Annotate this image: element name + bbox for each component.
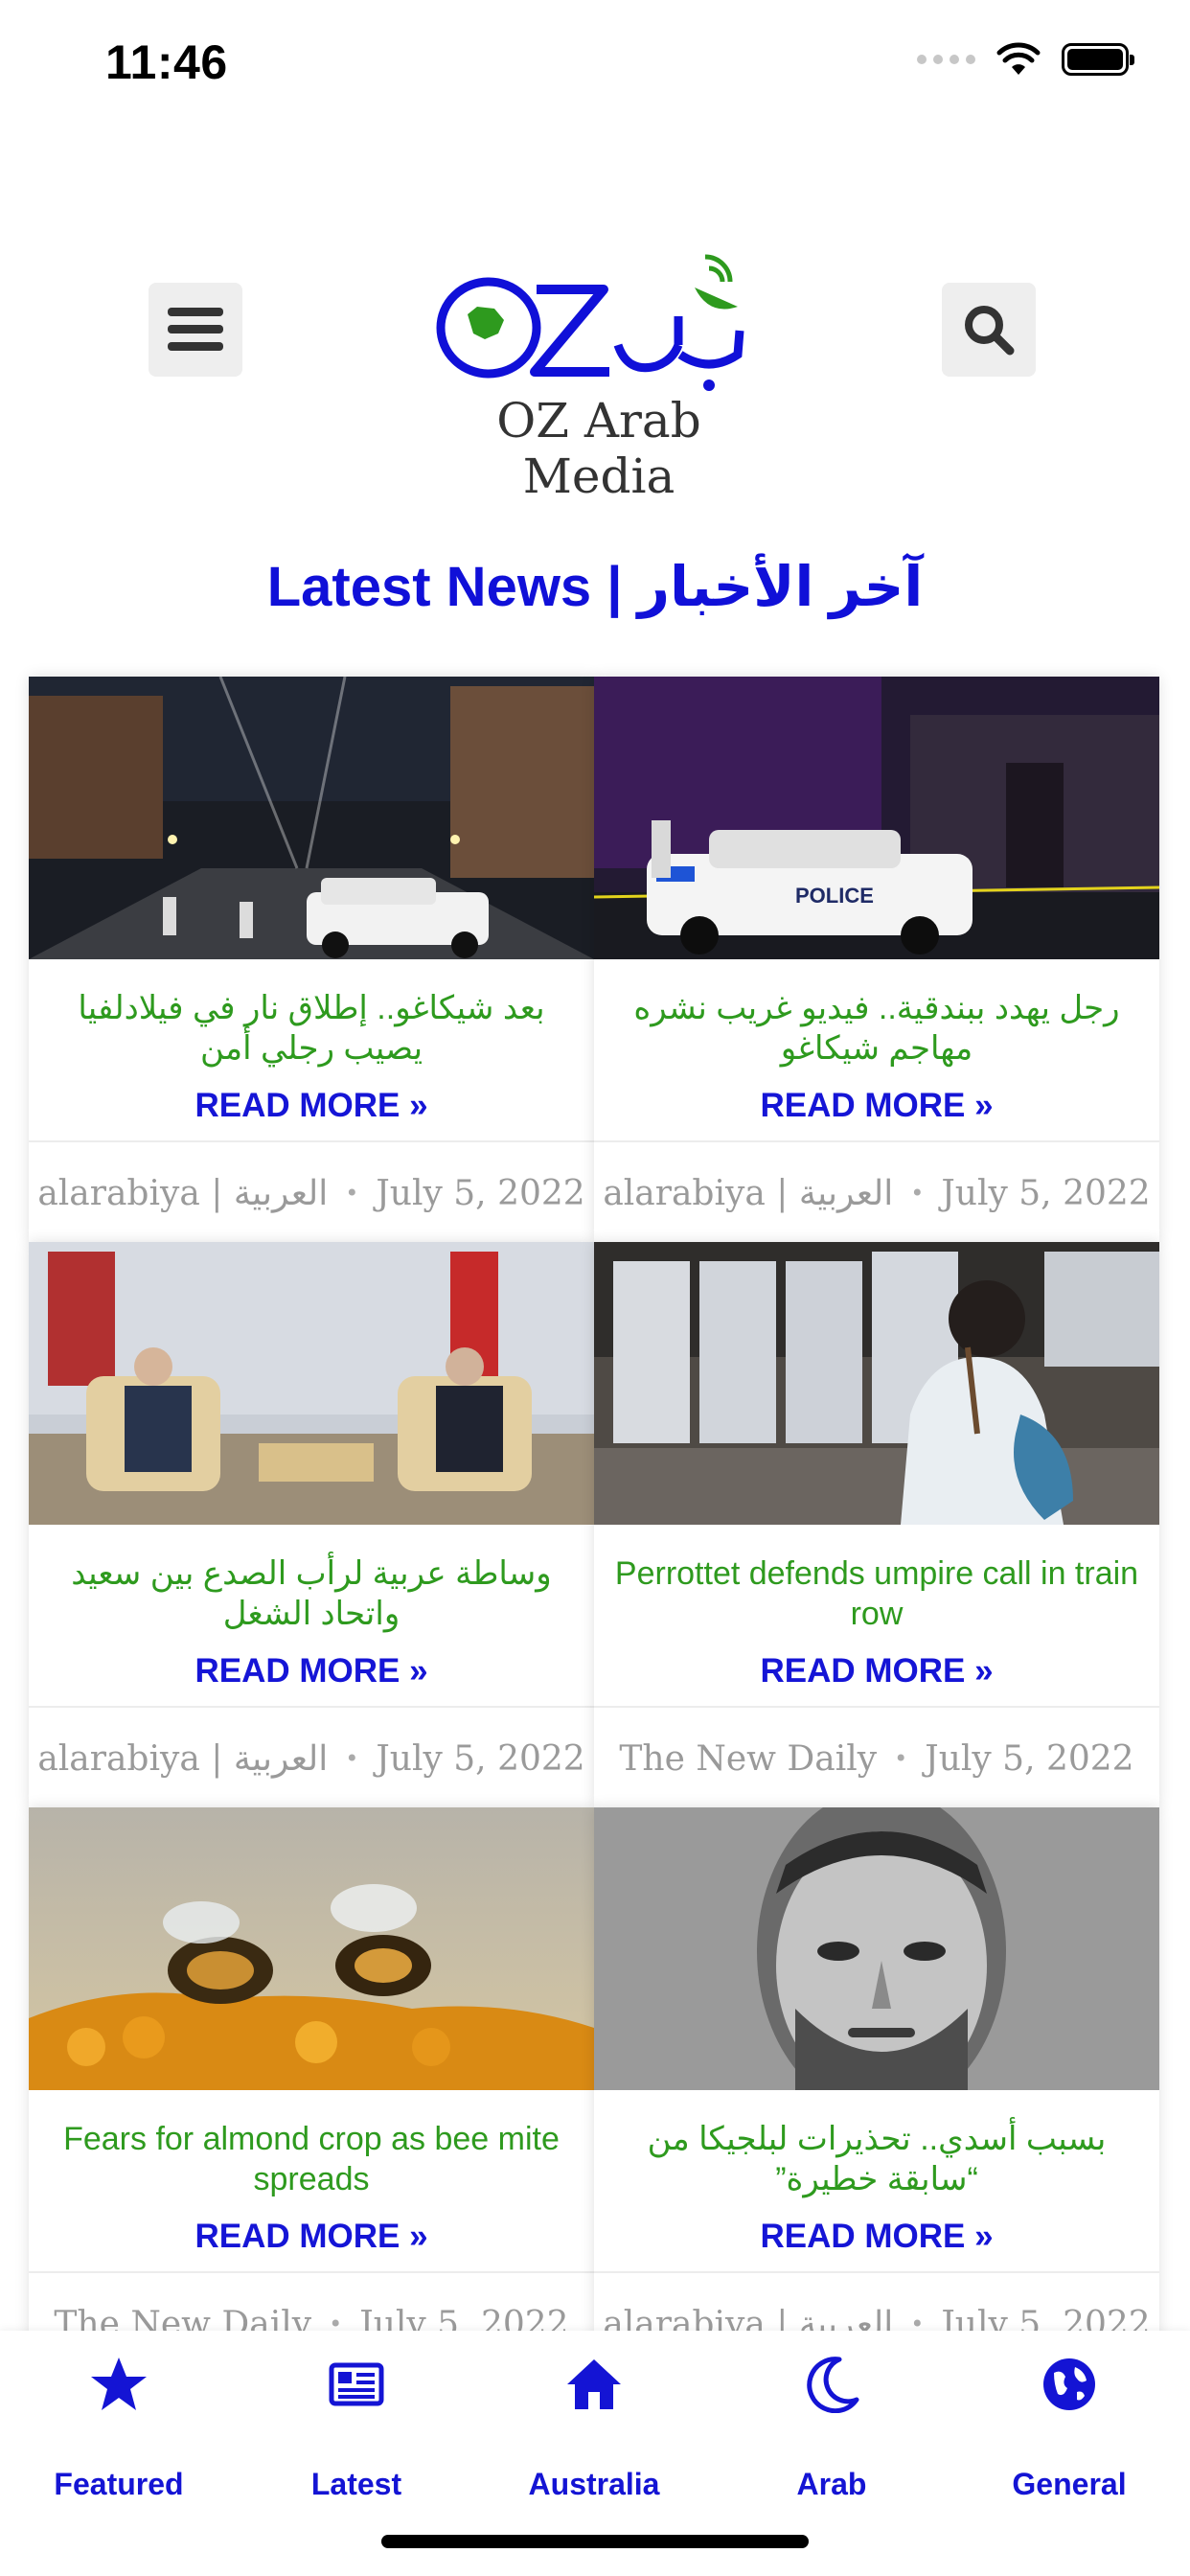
read-more-link[interactable]: READ MORE » [594, 1087, 1159, 1125]
article-card[interactable]: Fears for almond crop as bee mite spread… [29, 1807, 594, 2373]
read-more-link[interactable]: READ MORE » [29, 1652, 594, 1690]
status-icons [917, 42, 1134, 77]
oz-arab-logo-mark [436, 254, 744, 391]
article-grid: بعد شيكاغو.. إطلاق نار في فيلادلفيا يصيب… [29, 677, 1159, 2373]
home-indicator[interactable] [381, 2535, 809, 2548]
read-more-link[interactable]: READ MORE » [29, 2218, 594, 2256]
police-text: POLICE [795, 884, 874, 908]
tab-arab[interactable]: Arab [713, 2331, 950, 2522]
status-time: 11:46 [105, 35, 228, 89]
article-source: alarabiya | العربية [37, 1738, 329, 1779]
battery-icon [1062, 43, 1134, 76]
meta-separator: • [345, 1745, 359, 1772]
article-card[interactable]: Perrottet defends umpire call in train r… [594, 1242, 1159, 1807]
newspaper-icon [329, 2362, 384, 2406]
search-button[interactable] [942, 283, 1036, 377]
search-icon [965, 306, 1015, 356]
logo-wordmark: OZ Arab Media [496, 393, 701, 504]
tab-australia[interactable]: Australia [475, 2331, 713, 2522]
section-title: Latest News | آخر الأخبار [266, 556, 924, 618]
article-card[interactable]: بعد شيكاغو.. إطلاق نار في فيلادلفيا يصيب… [29, 677, 594, 1242]
article-image-portrait[interactable] [594, 1807, 1159, 2090]
article-title[interactable]: وساطة عربية لرأب الصدع بين سعيد واتحاد ا… [42, 1553, 581, 1634]
meta-separator: • [894, 1745, 908, 1772]
article-card[interactable]: وساطة عربية لرأب الصدع بين سعيد واتحاد ا… [29, 1242, 594, 1807]
tab-label: Arab [796, 2467, 867, 2501]
tab-latest[interactable]: Latest [238, 2331, 475, 2522]
article-date: July 5, 2022 [925, 1738, 1134, 1779]
cellular-signal-icon [917, 55, 975, 64]
moon-icon [807, 2357, 859, 2413]
read-more-link[interactable]: READ MORE » [594, 1652, 1159, 1690]
article-title[interactable]: بسبب أسدي.. تحذيرات لبلجيكا من “سابقة خط… [607, 2119, 1146, 2199]
status-bar: 11:46 [0, 0, 1190, 134]
article-image-street-night[interactable] [29, 677, 594, 959]
wifi-icon [996, 42, 1041, 75]
article-meta: alarabiya | العربية • July 5, 2022 [29, 1140, 594, 1242]
article-date: July 5, 2022 [376, 1738, 585, 1779]
star-icon [91, 2358, 147, 2410]
article-date: July 5, 2022 [376, 1173, 585, 1213]
menu-button[interactable] [149, 283, 242, 377]
article-source: The New Daily [619, 1738, 878, 1779]
article-image-police-car[interactable]: POLICE [594, 677, 1159, 959]
article-image-bees-honeycomb[interactable] [29, 1807, 594, 2090]
site-logo[interactable]: OZ Arab Media [422, 240, 776, 504]
tab-label: General [1012, 2467, 1127, 2501]
article-card[interactable]: POLICE رجل يهدد ببندقية.. فيديو غريب نشر… [594, 677, 1159, 1242]
article-image-meeting-room[interactable] [29, 1242, 594, 1525]
article-title[interactable]: بعد شيكاغو.. إطلاق نار في فيلادلفيا يصيب… [42, 988, 581, 1069]
article-title[interactable]: رجل يهدد ببندقية.. فيديو غريب نشره مهاجم… [607, 988, 1146, 1069]
tab-featured[interactable]: Featured [0, 2331, 238, 2522]
article-meta: alarabiya | العربية • July 5, 2022 [594, 1140, 1159, 1242]
read-more-link[interactable]: READ MORE » [29, 1087, 594, 1125]
tab-label: Featured [54, 2467, 184, 2501]
meta-separator: • [345, 1180, 359, 1207]
meta-separator: • [910, 1180, 925, 1207]
article-source: alarabiya | العربية [37, 1173, 329, 1213]
article-meta: alarabiya | العربية • July 5, 2022 [29, 1706, 594, 1807]
article-date: July 5, 2022 [941, 1173, 1151, 1213]
tab-general[interactable]: General [950, 2331, 1188, 2522]
article-card[interactable]: بسبب أسدي.. تحذيرات لبلجيكا من “سابقة خط… [594, 1807, 1159, 2373]
hamburger-icon [168, 308, 223, 351]
article-meta: The New Daily • July 5, 2022 [594, 1706, 1159, 1807]
tab-label: Australia [528, 2467, 660, 2501]
globe-icon [1043, 2358, 1095, 2410]
article-title[interactable]: Perrottet defends umpire call in train r… [607, 1553, 1146, 1634]
article-image-train-station[interactable] [594, 1242, 1159, 1525]
article-title[interactable]: Fears for almond crop as bee mite spread… [42, 2119, 581, 2199]
read-more-link[interactable]: READ MORE » [594, 2218, 1159, 2256]
article-source: alarabiya | العربية [603, 1173, 894, 1213]
tab-label: Latest [310, 2467, 402, 2501]
home-icon [567, 2359, 621, 2409]
